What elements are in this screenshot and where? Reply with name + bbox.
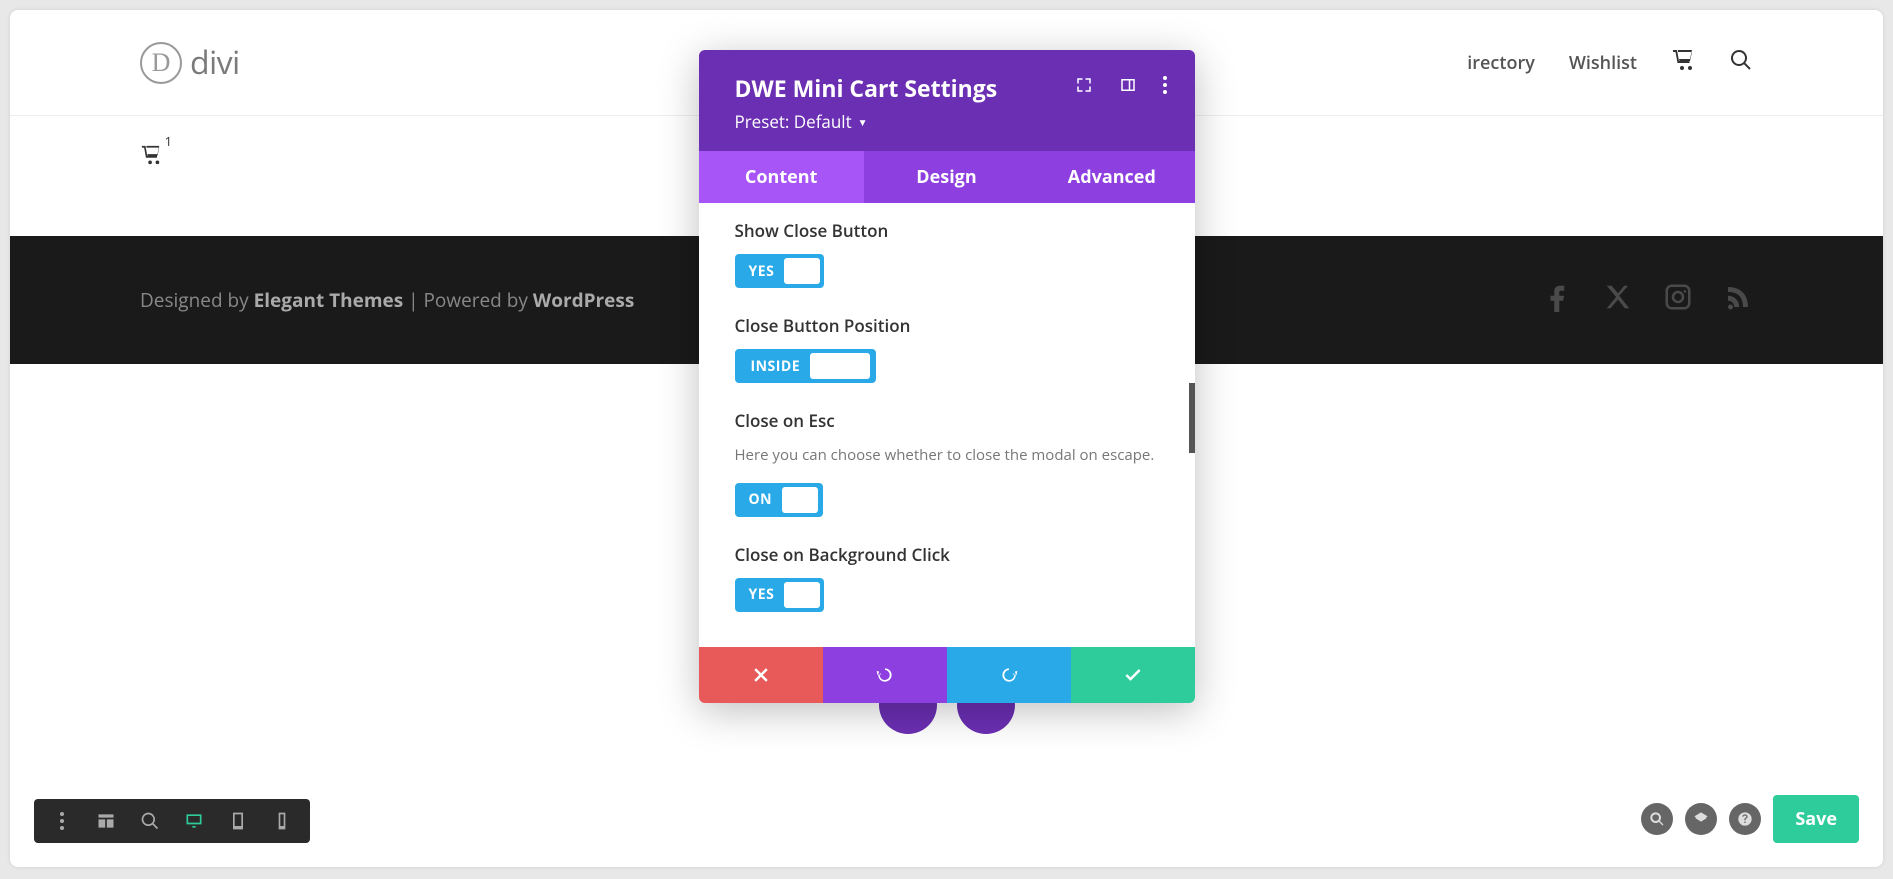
main-nav: irectory Wishlist (1467, 48, 1753, 77)
setting-label: Close Button Position (735, 314, 1159, 337)
toolbar-more-button[interactable] (40, 799, 84, 843)
tablet-view-button[interactable] (216, 799, 260, 843)
search-settings-button[interactable] (1641, 803, 1673, 835)
settings-modal: DWE Mini Cart Settings Preset: Default ▼… (699, 50, 1195, 703)
logo[interactable]: D divi (140, 41, 240, 84)
close-icon (751, 665, 771, 685)
tab-design[interactable]: Design (864, 151, 1029, 203)
setting-show-close-button: Show Close Button YES (735, 219, 1159, 288)
toggle-value: YES (739, 262, 785, 281)
nav-item-directory[interactable]: irectory (1467, 51, 1535, 75)
zoom-button[interactable] (128, 799, 172, 843)
setting-label: Close on Background Click (735, 543, 1159, 566)
preset-label: Preset: Default (735, 110, 852, 133)
help-button[interactable] (1729, 803, 1761, 835)
tab-content[interactable]: Content (699, 151, 864, 203)
rss-icon[interactable] (1723, 282, 1753, 318)
modal-header[interactable]: DWE Mini Cart Settings Preset: Default ▼ (699, 50, 1195, 151)
phone-view-button[interactable] (260, 799, 304, 843)
scrollbar-thumb[interactable] (1189, 383, 1195, 453)
dock-icon[interactable] (1119, 76, 1137, 94)
setting-description: Here you can choose whether to close the… (735, 444, 1159, 467)
toggle-knob (810, 353, 870, 379)
toggle-value: ON (739, 490, 783, 509)
undo-icon (875, 665, 895, 685)
cart-count-badge: 1 (165, 132, 172, 150)
cart-icon[interactable] (1671, 48, 1695, 77)
check-icon (1123, 665, 1143, 685)
save-button[interactable]: Save (1773, 795, 1859, 843)
desktop-view-button[interactable] (172, 799, 216, 843)
search-icon (1649, 811, 1665, 827)
setting-close-on-bg-click: Close on Background Click YES (735, 543, 1159, 612)
toggle-value: YES (739, 585, 785, 604)
x-icon[interactable] (1603, 282, 1633, 318)
instagram-icon[interactable] (1663, 282, 1693, 318)
logo-text: divi (190, 41, 240, 84)
setting-close-button-position: Close Button Position INSIDE (735, 314, 1159, 383)
tab-advanced[interactable]: Advanced (1029, 151, 1194, 203)
nav-item-wishlist[interactable]: Wishlist (1569, 51, 1637, 75)
tablet-icon (228, 811, 248, 831)
more-icon (52, 812, 72, 830)
mini-cart-trigger[interactable]: 1 (140, 144, 162, 166)
setting-label: Close on Esc (735, 409, 1159, 432)
layers-button[interactable] (1685, 803, 1717, 835)
builder-toolbar (34, 799, 310, 843)
modal-body[interactable]: Show Close Button YES Close Button Posit… (699, 203, 1195, 647)
preset-selector[interactable]: Preset: Default ▼ (735, 110, 1159, 133)
confirm-button[interactable] (1071, 647, 1195, 703)
layers-icon (1693, 811, 1709, 827)
footer-platform-link[interactable]: WordPress (533, 287, 634, 313)
wireframe-icon (96, 811, 116, 831)
builder-actions: Save (1641, 795, 1859, 843)
wireframe-button[interactable] (84, 799, 128, 843)
expand-icon[interactable] (1075, 76, 1093, 94)
toggle-knob (784, 582, 820, 608)
setting-label: Show Close Button (735, 219, 1159, 242)
footer-designed-by: Designed by (140, 287, 254, 313)
zoom-icon (140, 811, 160, 831)
toggle-value: INSIDE (741, 357, 811, 376)
toggle-knob (784, 258, 820, 284)
footer-social-icons (1543, 282, 1753, 318)
redo-button[interactable] (947, 647, 1071, 703)
toggle-close-bg[interactable]: YES (735, 578, 825, 612)
redo-icon (999, 665, 1019, 685)
search-icon[interactable] (1729, 48, 1753, 77)
phone-icon (272, 811, 292, 831)
desktop-icon (184, 811, 204, 831)
footer-powered-by: | Powered by (403, 287, 533, 313)
cancel-button[interactable] (699, 647, 823, 703)
logo-mark: D (140, 42, 182, 84)
toggle-knob (782, 487, 818, 513)
question-icon (1737, 811, 1753, 827)
undo-button[interactable] (823, 647, 947, 703)
modal-header-actions (1075, 76, 1167, 94)
footer-credits: Designed by Elegant Themes | Powered by … (140, 287, 634, 313)
toggle-close-esc[interactable]: ON (735, 483, 823, 517)
page-viewport: D divi irectory Wishlist 1 Designed by E… (10, 10, 1883, 867)
toggle-show-close[interactable]: YES (735, 254, 825, 288)
more-icon[interactable] (1163, 76, 1167, 94)
setting-close-on-esc: Close on Esc Here you can choose whether… (735, 409, 1159, 517)
toggle-close-position[interactable]: INSIDE (735, 349, 877, 383)
facebook-icon[interactable] (1543, 282, 1573, 318)
modal-tabs: Content Design Advanced (699, 151, 1195, 203)
modal-footer (699, 647, 1195, 703)
footer-theme-link[interactable]: Elegant Themes (254, 287, 404, 313)
chevron-down-icon: ▼ (858, 115, 868, 129)
